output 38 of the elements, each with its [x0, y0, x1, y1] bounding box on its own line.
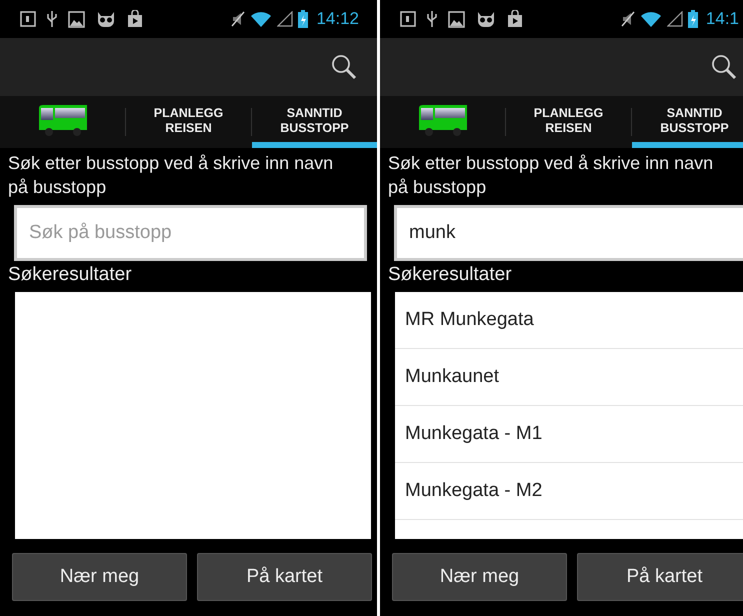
result-item[interactable]: MR Munkegata — [395, 292, 743, 349]
tab[interactable]: PLANLEGG REISEN — [126, 96, 251, 148]
wifi-icon — [640, 11, 662, 27]
shopping-bag-icon — [507, 10, 523, 28]
calendar-icon — [400, 11, 416, 27]
usb-icon — [46, 10, 58, 28]
action-button[interactable]: Nær meg — [392, 553, 567, 601]
mask-icon — [95, 11, 117, 27]
search-field[interactable]: munk — [394, 205, 743, 261]
mute-icon — [620, 11, 635, 27]
shopping-bag-icon — [127, 10, 143, 28]
result-item[interactable]: Munkegata - M2 — [395, 463, 743, 520]
results-label: Søkeresultater — [387, 263, 513, 287]
battery-icon — [688, 10, 698, 28]
tab[interactable]: PLANLEGG REISEN — [506, 96, 631, 148]
bus-icon — [416, 104, 468, 138]
action-button[interactable]: Nær meg — [12, 553, 187, 601]
search-icon[interactable] — [711, 54, 737, 80]
action-button[interactable]: På kartet — [577, 553, 743, 601]
image-icon — [448, 10, 465, 28]
mute-icon — [231, 11, 246, 27]
signal-icon — [277, 11, 294, 27]
results-label: Søkeresultater — [7, 263, 133, 287]
result-item[interactable]: Munkegata - M1 — [395, 406, 743, 463]
result-item[interactable]: Munkaunet — [395, 349, 743, 406]
usb-icon — [426, 10, 438, 28]
wifi-icon — [250, 11, 272, 27]
clock: 14:12 — [316, 9, 359, 29]
signal-icon — [666, 11, 683, 27]
battery-icon — [298, 10, 308, 28]
image-icon — [68, 10, 85, 28]
mask-icon — [475, 11, 497, 27]
clock: 14:1 — [706, 9, 739, 29]
search-icon[interactable] — [331, 54, 357, 80]
action-button[interactable]: På kartet — [197, 553, 372, 601]
calendar-icon — [20, 11, 36, 27]
bus-icon — [36, 104, 88, 138]
search-field[interactable]: Søk på busstopp — [14, 205, 367, 261]
